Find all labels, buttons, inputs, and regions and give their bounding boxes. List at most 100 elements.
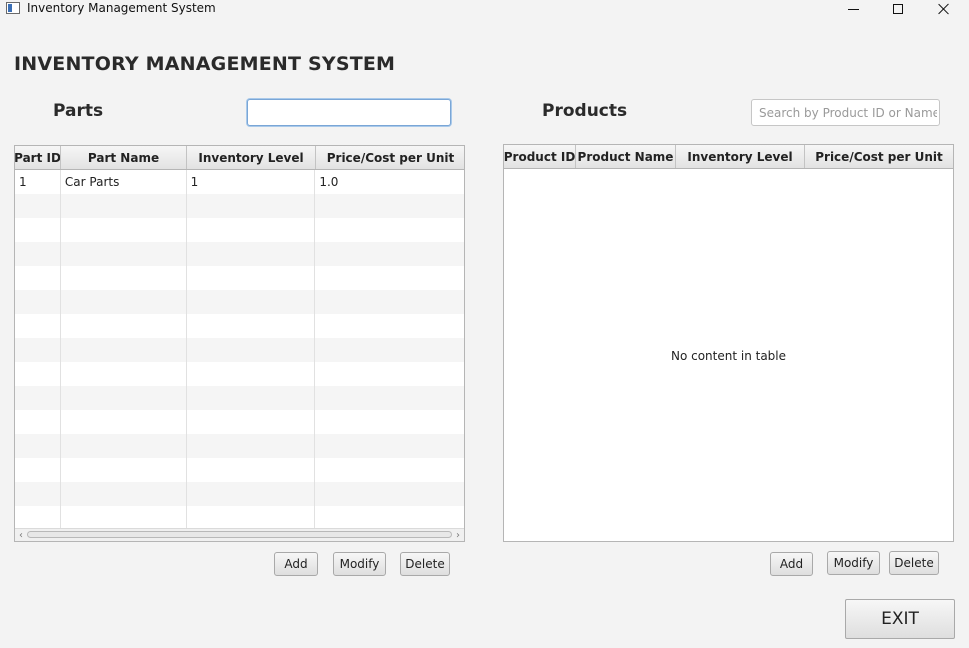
column-header-price[interactable]: Price/Cost per Unit [316,146,464,169]
empty-cell [61,362,187,386]
empty-cell [315,458,464,482]
empty-cell [187,266,316,290]
maximize-button[interactable] [878,0,918,18]
empty-cell [315,362,464,386]
parts-search-input[interactable] [247,99,451,126]
empty-cell [187,362,316,386]
page-title: INVENTORY MANAGEMENT SYSTEM [14,53,396,75]
parts-table[interactable]: Part ID Part Name Inventory Level Price/… [14,145,465,542]
parts-section-title: Parts [53,101,104,121]
minimize-button[interactable] [833,0,873,18]
empty-cell [187,386,316,410]
scrollbar-thumb[interactable] [27,531,452,538]
empty-cell [315,506,464,530]
maximize-icon [893,4,903,14]
table-row-empty [15,482,464,506]
column-header-product-name[interactable]: Product Name [576,145,676,168]
close-button[interactable] [924,0,964,18]
empty-cell [15,338,61,362]
empty-cell [187,506,316,530]
empty-cell [61,242,187,266]
cell-inventory-level: 1 [187,170,316,194]
column-header-part-name[interactable]: Part Name [61,146,187,169]
empty-cell [61,386,187,410]
delete-product-button[interactable]: Delete [889,551,939,575]
table-row-empty [15,194,464,218]
table-row-empty [15,434,464,458]
empty-cell [61,290,187,314]
empty-cell [15,218,61,242]
exit-button[interactable]: EXIT [845,599,955,639]
empty-cell [315,338,464,362]
parts-table-header: Part ID Part Name Inventory Level Price/… [15,146,464,170]
table-row-empty [15,266,464,290]
table-row-empty [15,290,464,314]
empty-cell [15,290,61,314]
empty-cell [61,194,187,218]
empty-cell [61,410,187,434]
empty-cell [315,194,464,218]
scroll-right-arrow-icon[interactable]: › [452,529,464,541]
empty-cell [187,410,316,434]
modify-product-button[interactable]: Modify [827,551,880,575]
window-title: Inventory Management System [27,1,216,15]
empty-cell [187,218,316,242]
empty-cell [61,218,187,242]
empty-cell [61,482,187,506]
table-row-empty [15,506,464,530]
empty-cell [315,314,464,338]
table-row-empty [15,242,464,266]
products-table[interactable]: Product ID Product Name Inventory Level … [503,144,954,542]
empty-cell [15,482,61,506]
empty-cell [315,410,464,434]
column-header-inventory-level[interactable]: Inventory Level [187,146,316,169]
table-row-empty [15,218,464,242]
empty-cell [15,194,61,218]
column-header-inventory-level[interactable]: Inventory Level [676,145,805,168]
add-product-button[interactable]: Add [770,552,813,576]
table-row-empty [15,314,464,338]
products-search-input[interactable] [751,99,940,126]
table-row-empty [15,362,464,386]
empty-cell [61,338,187,362]
empty-cell [315,290,464,314]
products-table-header: Product ID Product Name Inventory Level … [504,145,953,169]
empty-cell [187,314,316,338]
column-header-part-id[interactable]: Part ID [15,146,61,169]
minimize-icon [847,8,859,10]
empty-cell [15,434,61,458]
window-titlebar: Inventory Management System [0,0,969,18]
empty-table-message: No content in table [670,349,787,363]
empty-cell [187,458,316,482]
parts-table-body: 1 Car Parts 1 1.0 [15,170,464,530]
empty-cell [15,506,61,530]
table-row-empty [15,410,464,434]
empty-cell [15,410,61,434]
empty-cell [61,314,187,338]
add-part-button[interactable]: Add [274,552,318,576]
cell-part-name: Car Parts [61,170,187,194]
scroll-left-arrow-icon[interactable]: ‹ [15,529,27,541]
empty-cell [61,266,187,290]
table-row-empty [15,386,464,410]
column-header-price[interactable]: Price/Cost per Unit [805,145,953,168]
empty-cell [187,194,316,218]
empty-cell [315,242,464,266]
empty-cell [315,482,464,506]
parts-horizontal-scrollbar[interactable]: ‹ › [15,528,464,541]
products-section-title: Products [542,101,628,121]
table-row[interactable]: 1 Car Parts 1 1.0 [15,170,464,194]
modify-part-button[interactable]: Modify [333,552,386,576]
empty-cell [187,290,316,314]
empty-cell [15,362,61,386]
empty-cell [187,434,316,458]
delete-part-button[interactable]: Delete [400,552,450,576]
empty-cell [315,434,464,458]
empty-cell [315,218,464,242]
empty-cell [15,242,61,266]
cell-price: 1.0 [319,175,339,189]
table-row-empty [15,338,464,362]
empty-cell [61,506,187,530]
column-header-product-id[interactable]: Product ID [504,145,576,168]
cell-part-id: 1 [15,170,61,194]
